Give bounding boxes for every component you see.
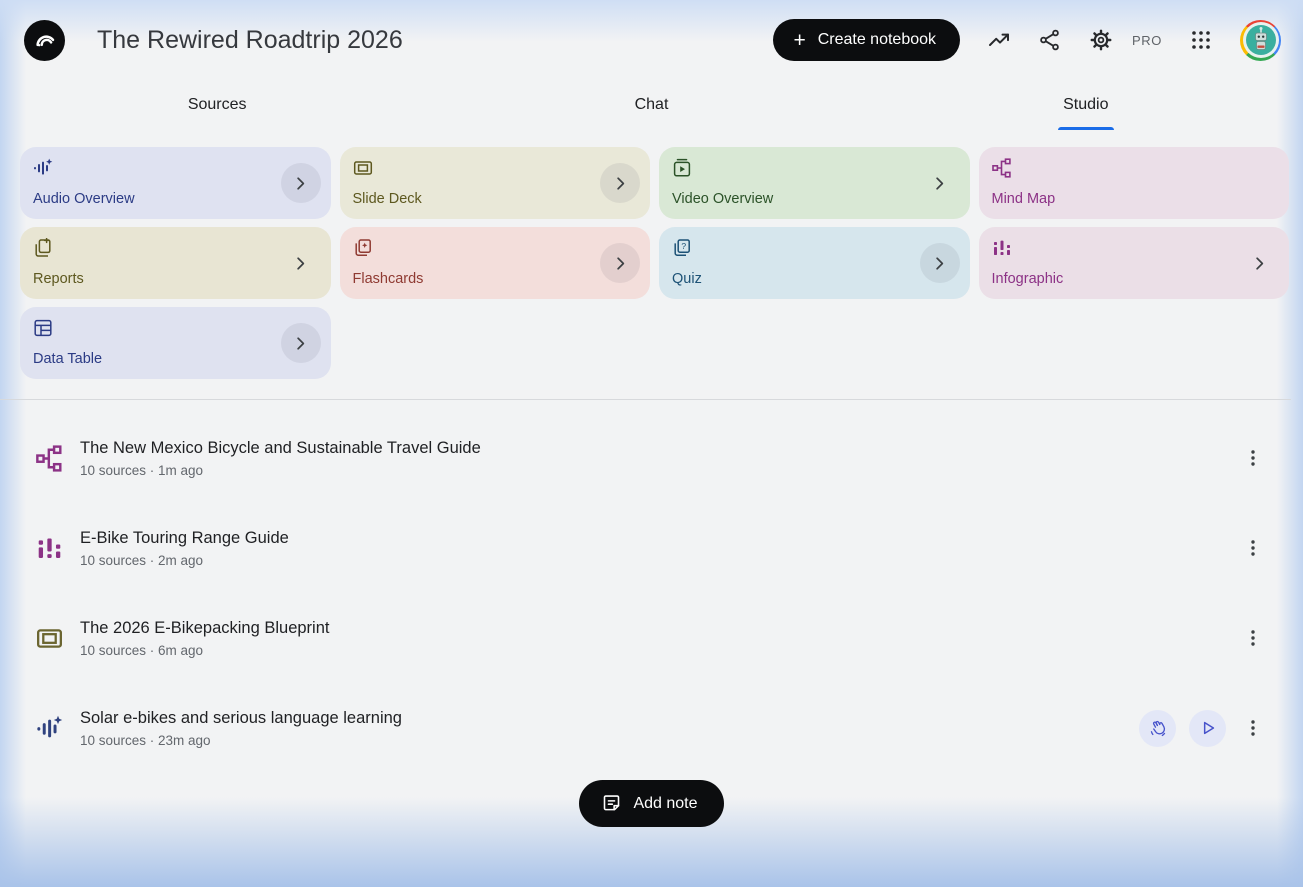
card-reports[interactable]: Reports: [20, 227, 331, 299]
artifact-meta: 10 sources · 1m ago: [80, 462, 204, 478]
pro-badge: PRO: [1132, 32, 1162, 48]
audio-actions: [1139, 709, 1226, 747]
play-button[interactable]: [1189, 709, 1226, 747]
chevron-right-icon[interactable]: [600, 163, 640, 203]
slide-deck-icon: [353, 158, 373, 178]
more-options-icon[interactable]: [1241, 536, 1265, 560]
card-slide-deck[interactable]: Slide Deck: [339, 147, 650, 219]
card-audio-overview[interactable]: Audio Overview: [20, 147, 331, 219]
card-label: Video Overview: [672, 191, 774, 207]
card-label: Infographic: [991, 271, 1064, 287]
artifact-meta: 10 sources · 6m ago: [80, 642, 204, 658]
video-overview-icon: [672, 158, 692, 178]
tab-studio[interactable]: Studio: [869, 80, 1303, 130]
create-notebook-label: Create notebook: [817, 31, 937, 48]
artifact-title: Solar e-bikes and serious language learn…: [80, 708, 402, 727]
notebooklm-logo-icon[interactable]: [24, 19, 65, 61]
mind-map-icon: [36, 444, 63, 472]
card-label: Quiz: [672, 271, 702, 287]
studio-card-grid: Audio Overview Slide Deck Video Overview: [0, 130, 1303, 379]
app-header: The Rewired Roadtrip 2026 + Create noteb…: [0, 0, 1303, 80]
analytics-icon[interactable]: [987, 28, 1011, 52]
artifact-title: The New Mexico Bicycle and Sustainable T…: [80, 438, 481, 457]
chevron-right-icon[interactable]: [919, 243, 960, 283]
notebook-title[interactable]: The Rewired Roadtrip 2026: [97, 26, 773, 55]
mind-map-icon: [991, 158, 1012, 178]
card-flashcards[interactable]: Flashcards: [339, 227, 650, 299]
card-label: Reports: [33, 271, 84, 287]
chevron-right-icon[interactable]: [280, 163, 321, 203]
tab-chat-label: Chat: [634, 96, 669, 113]
card-label: Data Table: [33, 351, 103, 367]
infographic-icon: [992, 238, 1012, 258]
chevron-right-icon[interactable]: [920, 163, 960, 203]
plus-icon: +: [793, 28, 806, 52]
audio-overview-icon: [36, 715, 63, 742]
hand-wave-icon: [1148, 718, 1168, 738]
card-label: Flashcards: [352, 271, 424, 287]
artifact-title: The 2026 E-Bikepacking Blueprint: [80, 618, 330, 637]
slide-deck-icon: [36, 625, 63, 652]
add-note-button[interactable]: Add note: [579, 780, 724, 827]
note-icon: [601, 793, 622, 814]
tab-bar: Sources Chat Studio: [0, 80, 1303, 130]
card-label: Slide Deck: [352, 191, 422, 207]
flashcards-icon: [353, 238, 373, 258]
tab-sources-label: Sources: [187, 96, 247, 113]
tab-studio-label: Studio: [1063, 96, 1109, 113]
card-data-table[interactable]: Data Table: [20, 307, 331, 379]
avatar[interactable]: [1240, 19, 1281, 61]
card-label: Mind Map: [991, 191, 1056, 207]
card-video-overview[interactable]: Video Overview: [659, 147, 970, 219]
chevron-right-icon[interactable]: [280, 323, 321, 363]
artifact-row-slide-deck[interactable]: The 2026 E-Bikepacking Blueprint 10 sour…: [0, 593, 1303, 683]
artifact-meta: 10 sources · 23m ago: [80, 732, 211, 748]
card-quiz[interactable]: ? Quiz: [659, 227, 970, 299]
add-note-label: Add note: [633, 794, 698, 812]
tab-sources[interactable]: Sources: [0, 80, 434, 130]
chevron-right-icon[interactable]: [600, 243, 640, 283]
apps-grid-icon[interactable]: [1189, 28, 1213, 52]
artifact-meta: 10 sources · 2m ago: [80, 552, 204, 568]
artifact-row-mind-map[interactable]: The New Mexico Bicycle and Sustainable T…: [0, 413, 1303, 503]
card-label: Audio Overview: [33, 191, 135, 207]
share-icon[interactable]: [1038, 28, 1062, 52]
avatar-image: [1242, 22, 1279, 58]
infographic-icon: [36, 535, 63, 562]
reports-icon: [33, 238, 53, 258]
play-icon: [1198, 718, 1218, 738]
artifact-list: The New Mexico Bicycle and Sustainable T…: [0, 400, 1303, 773]
quiz-icon: ?: [672, 238, 692, 258]
audio-overview-icon: [33, 158, 53, 178]
svg-text:?: ?: [681, 241, 686, 251]
more-options-icon[interactable]: [1241, 626, 1265, 650]
more-options-icon[interactable]: [1241, 446, 1265, 470]
chevron-right-icon[interactable]: [281, 243, 321, 283]
artifact-row-infographic[interactable]: E-Bike Touring Range Guide 10 sources · …: [0, 503, 1303, 593]
chevron-right-icon[interactable]: [1239, 243, 1279, 283]
interactive-mode-button[interactable]: [1139, 709, 1176, 747]
card-mind-map[interactable]: Mind Map: [978, 147, 1289, 219]
settings-gear-icon[interactable]: [1089, 28, 1113, 52]
card-infographic[interactable]: Infographic: [978, 227, 1289, 299]
create-notebook-button[interactable]: + Create notebook: [773, 19, 961, 61]
artifact-title: E-Bike Touring Range Guide: [80, 528, 289, 547]
artifact-row-audio-overview[interactable]: Solar e-bikes and serious language learn…: [0, 683, 1303, 773]
data-table-icon: [33, 318, 53, 338]
tab-chat[interactable]: Chat: [434, 80, 868, 130]
more-options-icon[interactable]: [1241, 716, 1265, 740]
